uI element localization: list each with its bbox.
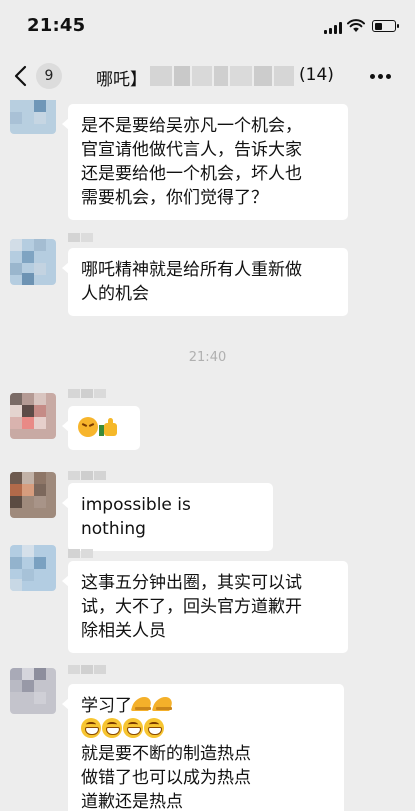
avatar[interactable] bbox=[10, 100, 56, 134]
sender-name bbox=[68, 230, 100, 242]
message-text: impossible is nothing bbox=[81, 495, 191, 539]
sender-name bbox=[68, 468, 112, 480]
grinning-face-icon bbox=[102, 718, 122, 738]
bow-icon bbox=[153, 694, 173, 714]
message-text: 学习了 bbox=[81, 696, 132, 716]
chevron-left-icon bbox=[14, 65, 27, 87]
chat-title: 哪吒】 bbox=[96, 70, 147, 90]
sender-name bbox=[68, 386, 116, 398]
avatar[interactable] bbox=[10, 393, 56, 439]
message-text: 这事五分钟出圈，其实可以试 试，大不了，回头官方道歉开 除相关人员 bbox=[81, 573, 302, 641]
status-time: 21:45 bbox=[27, 15, 86, 36]
message-bubble[interactable] bbox=[62, 406, 140, 450]
message-bubble[interactable]: 哪吒精神就是给所有人重新做 人的机会 bbox=[62, 248, 348, 316]
message-line: 学习了 bbox=[81, 694, 332, 718]
back-button[interactable]: 9 bbox=[12, 60, 68, 92]
message-timestamp: 21:40 bbox=[188, 350, 227, 365]
avatar[interactable] bbox=[10, 668, 56, 714]
message-line bbox=[81, 718, 332, 742]
angry-face-icon bbox=[78, 417, 98, 437]
message-text: 是不是要给吴亦凡一个机会， 官宣请他做代言人，告诉大家 还是要给他一个机会，坏人… bbox=[81, 116, 302, 208]
message-bubble[interactable]: 学习了 就是要不断的制造热点 做错了也可以成为热点 道歉还是热点 bbox=[62, 684, 344, 811]
sender-name bbox=[68, 546, 94, 558]
unread-count-badge: 9 bbox=[36, 63, 62, 89]
grinning-face-icon bbox=[81, 718, 101, 738]
message-bubble[interactable]: 是不是要给吴亦凡一个机会， 官宣请他做代言人，告诉大家 还是要给他一个机会，坏人… bbox=[62, 104, 348, 220]
avatar[interactable] bbox=[10, 472, 56, 518]
message-text: 就是要不断的制造热点 做错了也可以成为热点 道歉还是热点 bbox=[81, 744, 251, 811]
message-bubble[interactable]: impossible is nothing bbox=[62, 483, 273, 551]
message-bubble[interactable]: 这事五分钟出圈，其实可以试 试，大不了，回头官方道歉开 除相关人员 bbox=[62, 561, 348, 653]
sender-name bbox=[68, 662, 120, 674]
avatar[interactable] bbox=[10, 239, 56, 285]
message-text: 哪吒精神就是给所有人重新做 人的机会 bbox=[81, 260, 302, 304]
member-count: (14) bbox=[299, 65, 334, 85]
grinning-face-icon bbox=[123, 718, 143, 738]
avatar[interactable] bbox=[10, 545, 56, 591]
status-bar: 21:45 bbox=[0, 0, 415, 52]
bow-icon bbox=[132, 694, 152, 714]
wifi-icon bbox=[347, 19, 365, 32]
more-options-button[interactable] bbox=[370, 74, 392, 80]
chat-header: 9 哪吒】 (14) bbox=[0, 52, 415, 100]
battery-icon bbox=[372, 20, 399, 32]
blurred-title-segment bbox=[150, 66, 296, 88]
message-list[interactable]: 是不是要给吴亦凡一个机会， 官宣请他做代言人，告诉大家 还是要给他一个机会，坏人… bbox=[0, 100, 415, 811]
signal-icon bbox=[324, 22, 342, 34]
grinning-face-icon bbox=[144, 718, 164, 738]
thumbs-up-icon bbox=[99, 417, 119, 437]
